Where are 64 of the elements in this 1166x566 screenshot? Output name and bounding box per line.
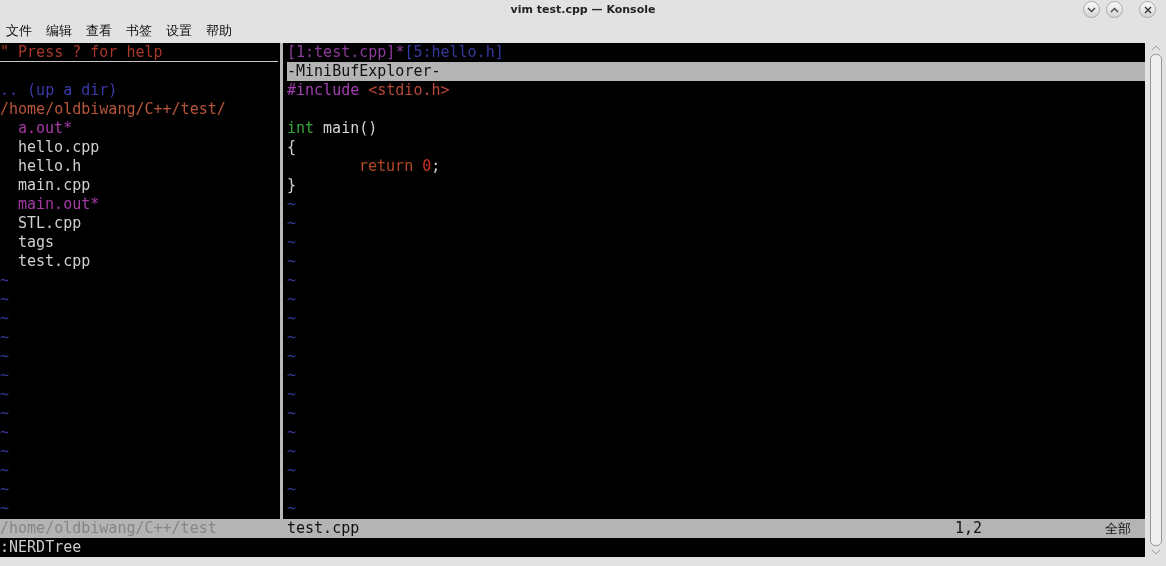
empty-line-marker: ~ (287, 461, 297, 480)
code-token: int (287, 119, 315, 138)
menu-item[interactable]: 设置 (166, 21, 192, 40)
code-token: } (287, 176, 297, 195)
empty-line-marker: ~ (0, 423, 10, 442)
empty-line-marker: ~ (287, 252, 297, 271)
empty-line-marker: ~ (0, 347, 10, 366)
empty-line-marker: ~ (287, 442, 297, 461)
code-token: main() (323, 119, 378, 138)
empty-line-marker: ~ (0, 385, 10, 404)
menu-item[interactable]: 帮助 (206, 21, 232, 40)
empty-line-marker: ~ (287, 347, 297, 366)
window-title: vim test.cpp — Konsole (510, 2, 656, 16)
root-path: /home/oldbiwang/C++/test/ (0, 100, 226, 119)
minimize-icon[interactable] (1083, 1, 1100, 18)
file-entry[interactable]: test.cpp (0, 252, 91, 271)
code-token: { (287, 138, 297, 157)
empty-line-marker: ~ (0, 366, 10, 385)
menu-item[interactable]: 编辑 (46, 21, 72, 40)
menu-item[interactable]: 查看 (86, 21, 112, 40)
file-entry[interactable]: a.out* (0, 119, 73, 138)
close-icon[interactable] (1139, 1, 1156, 18)
empty-line-marker: ~ (287, 328, 297, 347)
cursor-position: 1,2 (955, 519, 984, 538)
file-entry[interactable]: hello.cpp (0, 138, 100, 157)
empty-line-marker: ~ (287, 271, 297, 290)
empty-line-marker: ~ (287, 290, 297, 309)
empty-line-marker: ~ (0, 499, 10, 518)
help-hint: " Press ? for help (0, 43, 163, 61)
empty-line-marker: ~ (287, 366, 297, 385)
file-entry[interactable]: tags (0, 233, 55, 252)
maximize-icon[interactable] (1106, 1, 1123, 18)
empty-line-marker: ~ (287, 480, 297, 499)
empty-line-marker: ~ (287, 423, 297, 442)
explorer-title: -MiniBufExplorer- (287, 62, 1145, 81)
empty-line-marker: ~ (287, 214, 297, 233)
empty-line-marker: ~ (0, 328, 10, 347)
file-entry[interactable]: STL.cpp (0, 214, 82, 233)
empty-line-marker: ~ (0, 404, 10, 423)
file-entry[interactable]: main.out* (0, 195, 100, 214)
empty-line-marker: ~ (287, 309, 297, 328)
empty-line-marker: ~ (287, 404, 297, 423)
code-token: 0 (422, 157, 432, 176)
command-line: :NERDTree (0, 538, 83, 557)
code-token: return (359, 157, 414, 176)
code-token: ; (431, 157, 441, 176)
code-token: #include (287, 81, 360, 100)
empty-line-marker: ~ (0, 271, 10, 290)
empty-line-marker: ~ (0, 290, 10, 309)
file-entry[interactable]: main.cpp (0, 176, 91, 195)
menu-item[interactable]: 文件 (6, 21, 32, 40)
scroll-position: 全部 (1105, 520, 1132, 538)
empty-line-marker: ~ (287, 385, 297, 404)
empty-line-marker: ~ (0, 309, 10, 328)
empty-line-marker: ~ (287, 233, 297, 252)
empty-line-marker: ~ (0, 480, 10, 499)
empty-line-marker: ~ (287, 499, 297, 518)
empty-line-marker: ~ (0, 442, 10, 461)
empty-line-marker: ~ (287, 195, 297, 214)
menu-item[interactable]: 书签 (126, 21, 152, 40)
empty-line-marker: ~ (0, 461, 10, 480)
code-token: <stdio.h> (368, 81, 450, 100)
file-name: test.cpp (286, 519, 361, 538)
file-entry[interactable]: hello.h (0, 157, 82, 176)
